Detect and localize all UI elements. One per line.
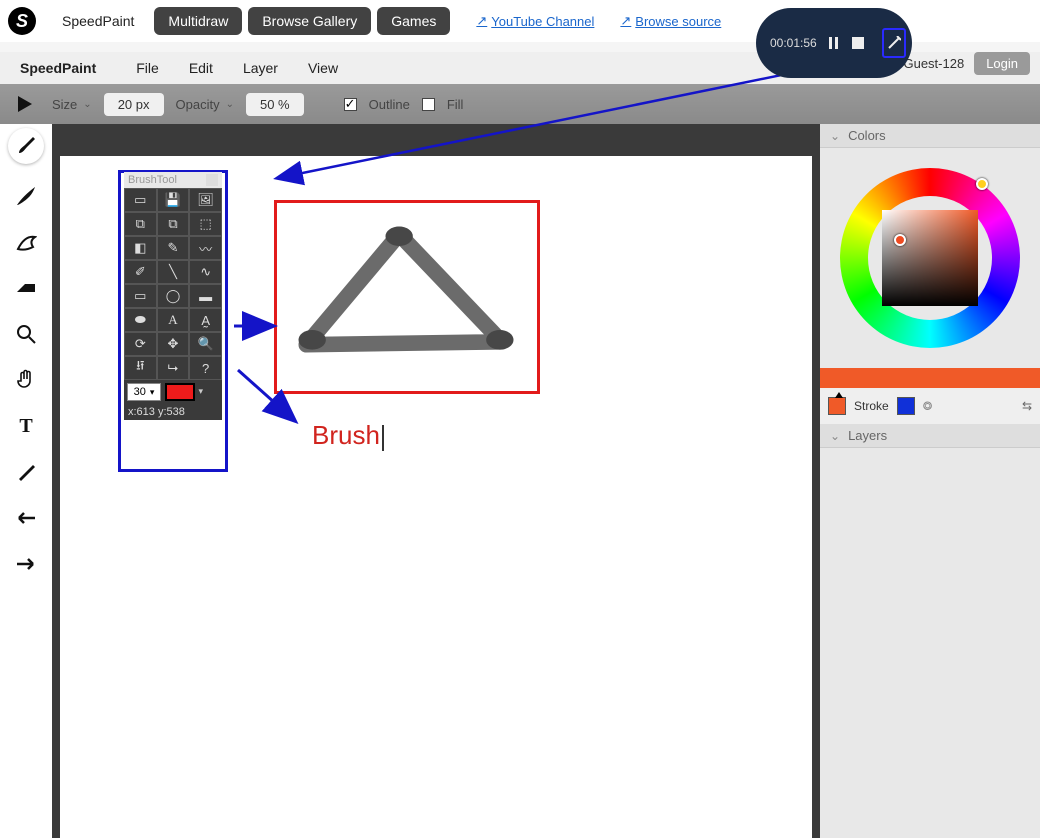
tab-browse-gallery[interactable]: Browse Gallery: [248, 7, 371, 35]
link-browse-source[interactable]: ↗Browse source: [620, 13, 721, 29]
pause-icon[interactable]: [827, 36, 841, 50]
fill-color-swatch[interactable]: [828, 397, 846, 415]
right-panel: ⌄Colors Stroke ⭗ ⇆ ⌄Layers: [820, 124, 1040, 838]
play-icon[interactable]: [18, 96, 32, 112]
size-field[interactable]: 20 px: [104, 93, 164, 116]
logo[interactable]: S: [8, 7, 36, 35]
bt-lasso-icon[interactable]: ⟳: [124, 332, 157, 356]
stroke-label: Stroke: [854, 399, 889, 413]
bt-size-select[interactable]: 30: [127, 383, 161, 401]
external-link-icon: ↗: [620, 13, 631, 29]
bt-copy-icon[interactable]: ⧉: [124, 212, 157, 236]
fill-label: Fill: [447, 97, 464, 112]
panel-collapse-icon[interactable]: [206, 174, 218, 186]
opacity-field[interactable]: 50 %: [246, 93, 304, 116]
brush-tool-icon[interactable]: [8, 128, 44, 164]
link-youtube[interactable]: ↗YouTube Channel: [476, 13, 594, 29]
brushtool-grid: ▭ 💾 🖼 ⧉ ⧉ ⬚ ◧ ✎ 〰 ✐ ╲ ∿ ▭ ◯ ▬ ⬬ A A̰ ⟳ ✥…: [124, 188, 222, 380]
menu-edit[interactable]: Edit: [189, 60, 213, 76]
redo-icon[interactable]: [8, 550, 44, 578]
tool-rail: T: [0, 124, 52, 838]
external-link-icon: ↗: [476, 13, 487, 29]
zoom-tool-icon[interactable]: [8, 320, 44, 348]
bt-eraser-icon[interactable]: ◧: [124, 236, 157, 260]
bt-dropper-icon[interactable]: ✐: [124, 260, 157, 284]
bt-fill-icon[interactable]: ⭿: [124, 356, 157, 380]
swap-colors-icon[interactable]: ⇆: [1022, 399, 1032, 413]
bt-coords: x:613 y:538: [124, 404, 222, 420]
bt-image-icon[interactable]: 🖼: [189, 188, 222, 212]
smudge-tool-icon[interactable]: [8, 228, 44, 256]
draw-tool-highlight[interactable]: [882, 28, 906, 58]
bt-color-select[interactable]: [165, 383, 195, 401]
pen-tool-icon[interactable]: [8, 182, 44, 210]
chevron-down-icon: ⌄: [830, 429, 840, 443]
color-wheel[interactable]: [820, 148, 1040, 368]
hand-tool-icon[interactable]: [8, 366, 44, 394]
fill-checkbox[interactable]: [422, 98, 435, 111]
recorder-pill: 00:01:56: [756, 8, 912, 78]
bt-move-icon[interactable]: ✥: [157, 332, 190, 356]
hue-handle[interactable]: [976, 178, 988, 190]
bt-curve-icon[interactable]: ∿: [189, 260, 222, 284]
size-label: Size: [52, 97, 77, 112]
outline-label: Outline: [369, 97, 410, 112]
brushtool-header[interactable]: BrushTool: [124, 172, 222, 188]
bt-zoom-icon[interactable]: 🔍: [189, 332, 222, 356]
current-color-swatch: [820, 368, 1040, 388]
undo-icon[interactable]: [8, 504, 44, 532]
layers-panel-header[interactable]: ⌄Layers: [820, 424, 1040, 448]
text-cursor: [382, 425, 384, 451]
chevron-down-icon: ⌄: [830, 129, 840, 143]
bt-select-icon[interactable]: ⬚: [189, 212, 222, 236]
bt-text-icon[interactable]: A: [157, 308, 190, 332]
canvas-text[interactable]: Brush: [312, 420, 384, 451]
saturation-value-box[interactable]: [882, 210, 978, 306]
bt-paste-icon[interactable]: ⧉: [157, 212, 190, 236]
tab-speedpaint[interactable]: SpeedPaint: [48, 7, 148, 35]
bt-new-icon[interactable]: ▭: [124, 188, 157, 212]
triangle-drawing: [277, 203, 537, 393]
bt-save-icon[interactable]: 💾: [157, 188, 190, 212]
recorder-time: 00:01:56: [770, 36, 817, 50]
options-bar: Size⌄ 20 px Opacity⌄ 50 % Outline Fill: [0, 84, 1040, 124]
text-tool-icon[interactable]: T: [8, 412, 44, 440]
stroke-color-swatch[interactable]: [897, 397, 915, 415]
eyedropper-tool-icon[interactable]: [8, 458, 44, 486]
bt-pencil-icon[interactable]: ✎: [157, 236, 190, 260]
bucket-icon[interactable]: ⭗: [923, 399, 933, 414]
bt-pointer-icon[interactable]: ⮡: [157, 356, 190, 380]
brushtool-footer: 30: [124, 380, 222, 404]
menu-file[interactable]: File: [136, 60, 159, 76]
bt-text2-icon[interactable]: A̰: [189, 308, 222, 332]
tab-games[interactable]: Games: [377, 7, 450, 35]
bt-fillrect-icon[interactable]: ▬: [189, 284, 222, 308]
bt-brush2-icon[interactable]: 〰: [189, 236, 222, 260]
tab-multidraw[interactable]: Multidraw: [154, 7, 242, 35]
bt-ellipse-icon[interactable]: ◯: [157, 284, 190, 308]
opacity-label: Opacity: [176, 97, 220, 112]
drawing-selection-box: [274, 200, 540, 394]
brushtool-panel[interactable]: BrushTool ▭ 💾 🖼 ⧉ ⧉ ⬚ ◧ ✎ 〰 ✐ ╲ ∿ ▭ ◯ ▬ …: [124, 172, 222, 420]
stop-icon[interactable]: [851, 36, 865, 50]
bt-rect-icon[interactable]: ▭: [124, 284, 157, 308]
bt-help-icon[interactable]: ?: [189, 356, 222, 380]
app-name: SpeedPaint: [20, 60, 96, 76]
eraser-tool-icon[interactable]: [8, 274, 44, 302]
menu-view[interactable]: View: [308, 60, 338, 76]
stroke-bar: Stroke ⭗ ⇆: [820, 388, 1040, 424]
sv-handle[interactable]: [894, 234, 906, 246]
outline-checkbox[interactable]: [344, 98, 357, 111]
login-button[interactable]: Login: [974, 52, 1030, 75]
bt-fillellipse-icon[interactable]: ⬬: [124, 308, 157, 332]
menu-layer[interactable]: Layer: [243, 60, 278, 76]
bt-line-icon[interactable]: ╲: [157, 260, 190, 284]
colors-panel-header[interactable]: ⌄Colors: [820, 124, 1040, 148]
